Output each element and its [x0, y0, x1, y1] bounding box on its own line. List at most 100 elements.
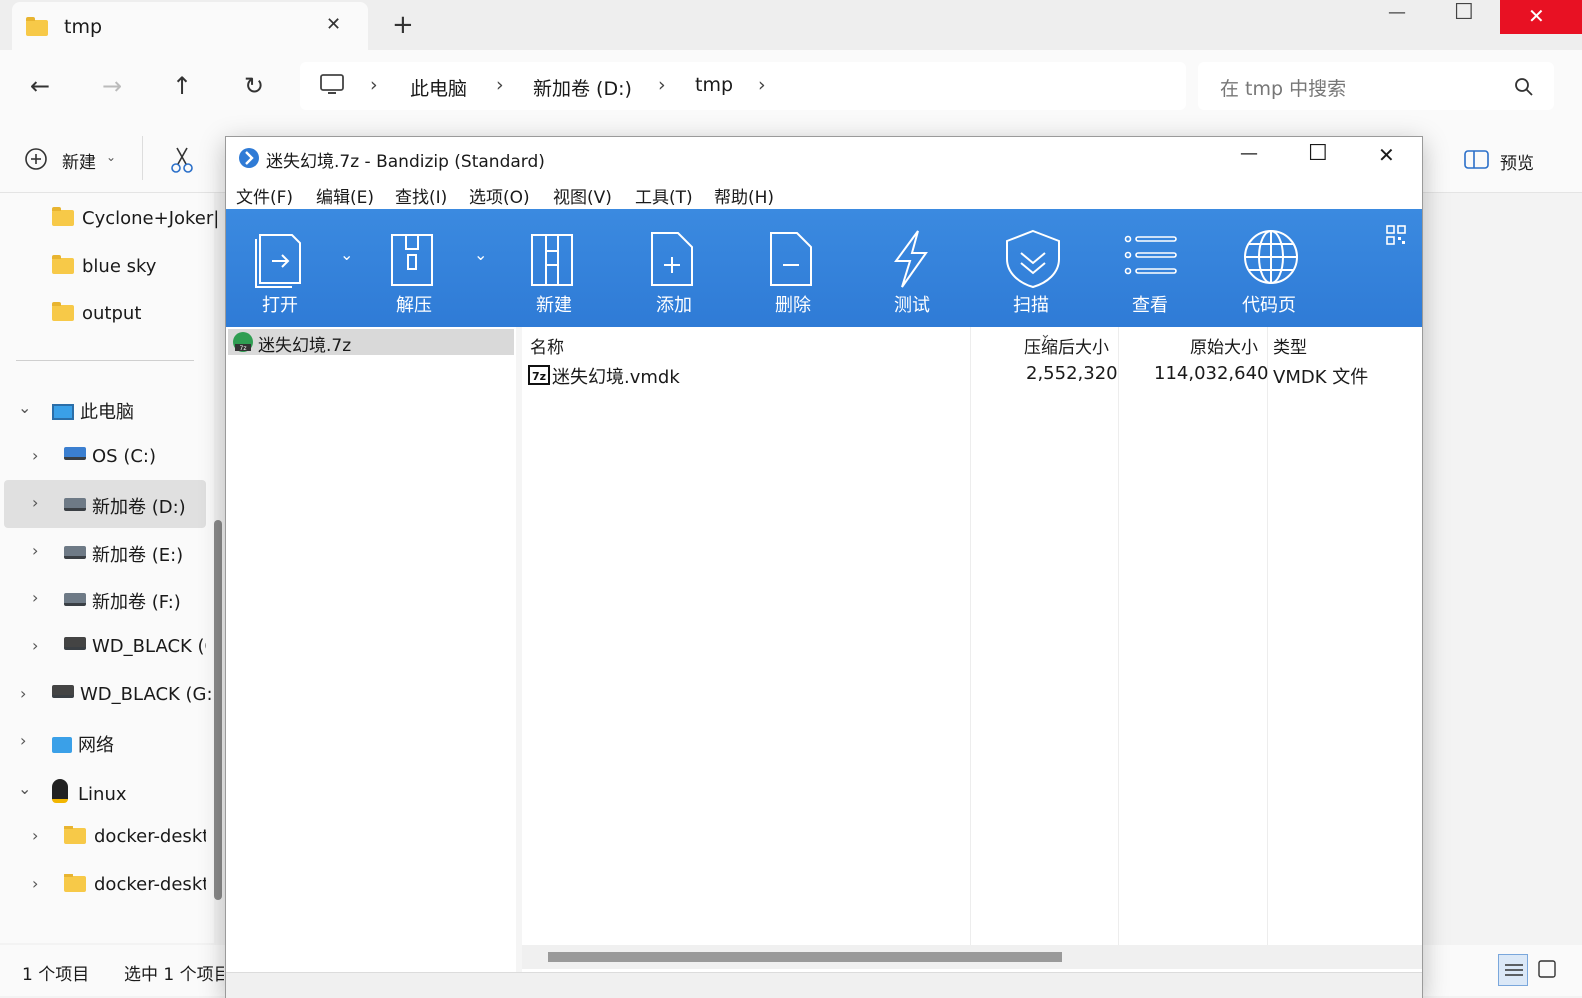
- menu-find[interactable]: 查找(I): [395, 183, 447, 208]
- toolbar-add-button[interactable]: 添加: [624, 227, 724, 321]
- close-icon: ✕: [1528, 4, 1545, 28]
- breadcrumb-separator: ›: [496, 74, 504, 96]
- column-header-packed-size[interactable]: 压缩后大小: [1024, 333, 1109, 358]
- toolbar-delete-label: 删除: [775, 295, 811, 316]
- preview-label: 预览: [1500, 154, 1534, 174]
- search-box[interactable]: 在 tmp 中搜索: [1198, 62, 1554, 110]
- drive-icon: [64, 498, 86, 511]
- breadcrumb-separator: ›: [758, 74, 766, 96]
- bandizip-logo-icon: [239, 148, 259, 168]
- new-tab-button[interactable]: +: [392, 10, 414, 40]
- open-dropdown-arrow[interactable]: ⌄: [340, 245, 353, 264]
- column-header-type[interactable]: 类型: [1273, 333, 1307, 358]
- sidebar-drive-wd-black[interactable]: WD_BLACK (G:): [52, 684, 220, 705]
- add-file-icon: [651, 232, 693, 286]
- toolbar-test-button[interactable]: 测试: [862, 227, 962, 321]
- back-button[interactable]: ←: [22, 68, 58, 104]
- breadcrumb-this-pc[interactable]: 此电脑: [410, 74, 467, 101]
- sidebar-drive-f[interactable]: 新加卷 (F:): [64, 588, 181, 614]
- chevron-right-icon[interactable]: ›: [20, 684, 26, 703]
- forward-button[interactable]: →: [94, 68, 130, 104]
- chevron-right-icon[interactable]: ›: [32, 541, 38, 560]
- chevron-right-icon[interactable]: ›: [32, 588, 38, 607]
- toolbar-new-button[interactable]: 新建: [504, 227, 604, 321]
- sidebar-drive-wd-black-sub[interactable]: WD_BLACK (G: [64, 636, 206, 657]
- lightning-icon: [894, 230, 928, 288]
- horizontal-scrollbar-thumb[interactable]: [548, 952, 1062, 962]
- menu-help[interactable]: 帮助(H): [714, 183, 774, 208]
- toolbar-scan-button[interactable]: 扫描: [981, 227, 1081, 321]
- pane-splitter[interactable]: [516, 327, 522, 972]
- tab-title: tmp: [64, 16, 103, 38]
- sidebar-folder[interactable]: blue sky: [52, 255, 156, 277]
- sidebar-linux-folder[interactable]: docker-deskt: [64, 826, 206, 847]
- sidebar-drive-d[interactable]: 新加卷 (D:): [64, 493, 186, 519]
- menu-edit[interactable]: 编辑(E): [316, 183, 374, 208]
- up-button[interactable]: ↑: [164, 68, 200, 104]
- chevron-right-icon[interactable]: ›: [32, 446, 38, 465]
- column-header-name[interactable]: 名称: [530, 333, 564, 358]
- menu-view[interactable]: 视图(V): [553, 183, 612, 208]
- refresh-button[interactable]: ↻: [236, 68, 272, 104]
- tiles-view-icon[interactable]: [1538, 960, 1556, 978]
- menu-tools[interactable]: 工具(T): [635, 183, 693, 208]
- explorer-tab[interactable]: tmp ✕: [12, 2, 368, 50]
- toolbar-test-label: 测试: [894, 295, 930, 316]
- chevron-right-icon[interactable]: ›: [20, 731, 26, 750]
- folder-icon: [64, 874, 86, 892]
- chevron-right-icon[interactable]: ›: [32, 636, 38, 655]
- toolbar-delete-button[interactable]: 删除: [743, 227, 843, 321]
- extract-icon: [391, 234, 433, 286]
- bandizip-close-button[interactable]: ✕: [1378, 143, 1395, 167]
- minimize-button[interactable]: —: [1388, 2, 1406, 23]
- toolbar-open-button[interactable]: 打开: [230, 227, 330, 321]
- 7z-archive-icon: 7z: [233, 332, 253, 352]
- breadcrumb-drive-d[interactable]: 新加卷 (D:): [533, 74, 632, 101]
- preview-button[interactable]: 预览: [1464, 146, 1554, 174]
- toolbar-codepage-button[interactable]: 代码页: [1219, 227, 1319, 321]
- sidebar-network[interactable]: 网络: [52, 731, 114, 757]
- breadcrumb-tmp[interactable]: tmp: [695, 74, 733, 96]
- bandizip-status-bar: [226, 972, 1422, 998]
- chevron-right-icon[interactable]: ›: [32, 493, 38, 512]
- sidebar-folder[interactable]: Cyclone+Joker|: [52, 207, 219, 229]
- toolbar-add-label: 添加: [656, 295, 692, 316]
- new-button[interactable]: 新建 ⌄: [24, 144, 124, 176]
- sidebar-folder[interactable]: output: [52, 302, 141, 324]
- toolbar-view-button[interactable]: 查看: [1100, 227, 1200, 321]
- file-packed-size: 2,552,320: [1026, 363, 1118, 384]
- layout-grid-icon[interactable]: [1386, 225, 1406, 245]
- new-button-label: 新建: [62, 153, 96, 173]
- tree-root-item[interactable]: 7z 迷失幻境.7z: [228, 329, 514, 356]
- sidebar-scrollbar[interactable]: [214, 520, 222, 900]
- menu-options[interactable]: 选项(O): [469, 183, 530, 208]
- sidebar-item-this-pc[interactable]: 此电脑: [52, 398, 134, 424]
- bandizip-maximize-button[interactable]: ☐: [1308, 141, 1328, 166]
- sidebar-linux[interactable]: Linux: [52, 779, 127, 805]
- menu-file[interactable]: 文件(F): [236, 183, 293, 208]
- monitor-icon: [52, 404, 74, 420]
- sidebar-drive-e[interactable]: 新加卷 (E:): [64, 541, 183, 567]
- drive-icon: [52, 685, 74, 698]
- linux-penguin-icon: [52, 779, 68, 803]
- extract-dropdown-arrow[interactable]: ⌄: [474, 245, 487, 264]
- bandizip-minimize-button[interactable]: —: [1240, 143, 1258, 164]
- chevron-down-icon[interactable]: ⌄: [18, 779, 31, 798]
- maximize-button[interactable]: ☐: [1454, 0, 1474, 25]
- table-row[interactable]: 7z 迷失幻境.vmdk 2,552,320 114,032,640 VMDK …: [522, 359, 1422, 389]
- column-separator: [1267, 327, 1268, 945]
- sidebar-linux-folder[interactable]: docker-deskt: [64, 874, 206, 895]
- chevron-right-icon[interactable]: ›: [32, 874, 38, 893]
- chevron-down-icon[interactable]: ⌄: [18, 398, 31, 417]
- chevron-right-icon[interactable]: ›: [32, 826, 38, 845]
- folder-icon: [52, 207, 74, 226]
- cut-icon[interactable]: [170, 146, 194, 174]
- breadcrumb-separator: ›: [370, 74, 378, 96]
- column-header-original-size[interactable]: 原始大小: [1190, 333, 1258, 358]
- status-selected-count: 选中 1 个项目: [124, 965, 224, 985]
- sidebar-drive-c[interactable]: OS (C:): [64, 446, 156, 467]
- close-button[interactable]: ✕: [1500, 0, 1582, 34]
- tab-close-button[interactable]: ✕: [326, 14, 341, 35]
- toolbar-extract-button[interactable]: 解压: [364, 227, 464, 321]
- details-view-button[interactable]: [1498, 954, 1528, 986]
